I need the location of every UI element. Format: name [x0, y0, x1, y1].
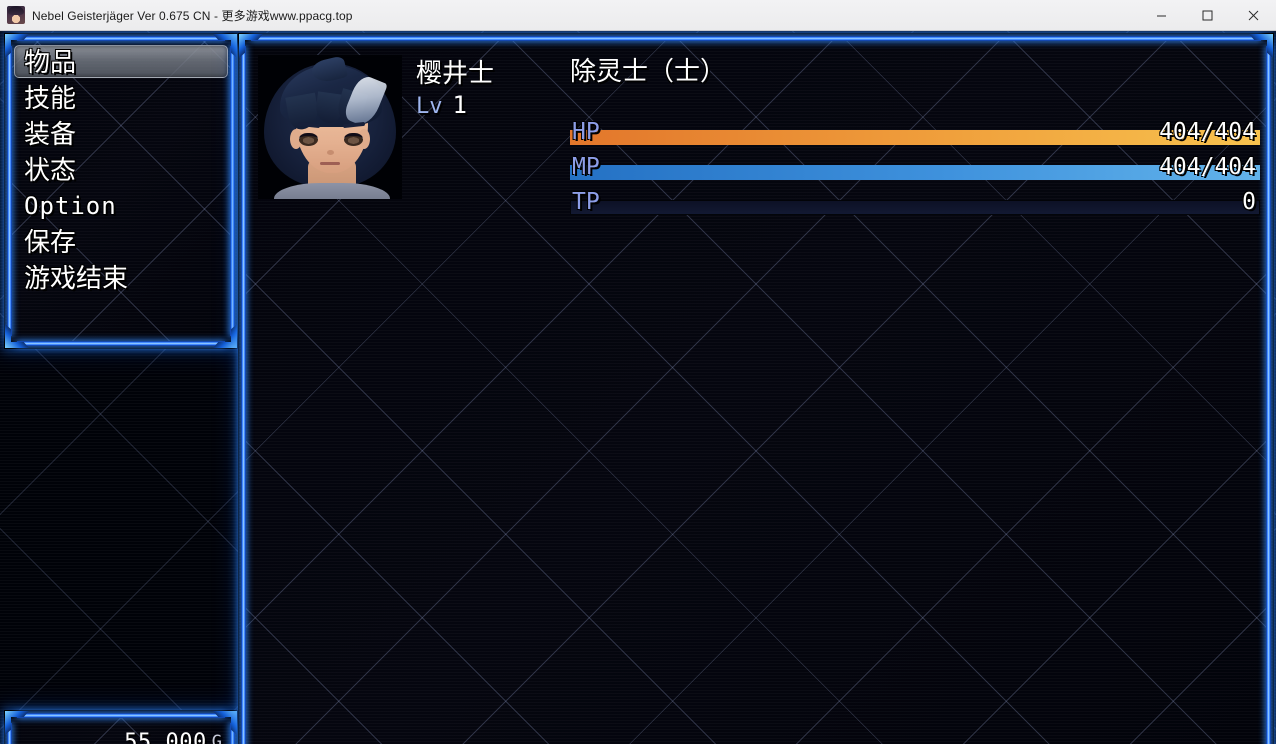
hp-gauge-fill — [570, 130, 1260, 145]
menu-item-label: 状态 — [24, 155, 77, 185]
hp-gauge-row: HP 404/404 — [570, 119, 1260, 149]
main-menu-command-window: 物品 技能 装备 状态 Option 保存 游戏结束 — [4, 33, 238, 349]
level-value: 1 — [452, 91, 467, 119]
app-icon — [7, 6, 25, 24]
minimize-button[interactable] — [1138, 0, 1184, 31]
menu-item-skill[interactable]: 技能 — [14, 80, 228, 116]
menu-item-label: 物品 — [24, 47, 77, 77]
tp-gauge-row: TP 0 — [570, 189, 1260, 219]
hp-label: HP — [572, 119, 600, 145]
menu-item-label: 技能 — [24, 83, 77, 113]
game-viewport: 物品 技能 装备 状态 Option 保存 游戏结束 55,000 G 樱井士 … — [0, 31, 1276, 744]
mp-value: 404/404 — [1159, 154, 1256, 180]
actor-status-block[interactable]: 樱井士 Lv 1 除灵士（士） HP 404/404 MP 404/404 TP… — [238, 33, 1274, 744]
mp-label: MP — [572, 154, 600, 180]
gold-currency-unit: G — [211, 732, 222, 744]
gold-window: 55,000 G — [4, 710, 238, 744]
maximize-icon — [1202, 10, 1212, 20]
menu-item-save[interactable]: 保存 — [14, 224, 228, 260]
menu-status-window: 樱井士 Lv 1 除灵士（士） HP 404/404 MP 404/404 TP… — [238, 33, 1274, 744]
actor-name: 樱井士 — [416, 58, 495, 88]
window-controls — [1138, 0, 1276, 31]
menu-item-item[interactable]: 物品 — [14, 44, 228, 80]
actor-class: 除灵士（士） — [570, 56, 727, 86]
close-button[interactable] — [1230, 0, 1276, 31]
menu-item-equip[interactable]: 装备 — [14, 116, 228, 152]
tp-value: 0 — [1242, 189, 1256, 215]
gold-display: 55,000 G — [18, 722, 222, 744]
menu-item-label: 装备 — [24, 119, 77, 149]
menu-item-label: 游戏结束 — [24, 263, 129, 293]
minimize-icon — [1156, 15, 1166, 16]
tp-gauge-track — [570, 200, 1260, 215]
hp-value: 404/404 — [1159, 119, 1256, 145]
tp-label: TP — [572, 189, 600, 215]
gold-amount: 55,000 — [124, 729, 207, 744]
mp-gauge-fill — [570, 165, 1260, 180]
window-title-bar: Nebel Geisterjäger Ver 0.675 CN - 更多游戏ww… — [0, 0, 1276, 31]
menu-item-status[interactable]: 状态 — [14, 152, 228, 188]
close-icon — [1248, 10, 1258, 20]
actor-face-portrait — [258, 55, 402, 199]
menu-item-option[interactable]: Option — [14, 188, 228, 224]
menu-item-label: 保存 — [24, 227, 77, 257]
level-label: Lv — [416, 94, 443, 119]
window-title-text: Nebel Geisterjäger Ver 0.675 CN - 更多游戏ww… — [32, 8, 353, 23]
menu-command-list: 物品 技能 装备 状态 Option 保存 游戏结束 — [14, 44, 228, 296]
actor-level: Lv 1 — [416, 91, 467, 119]
menu-item-label: Option — [24, 192, 117, 220]
menu-item-game-end[interactable]: 游戏结束 — [14, 260, 228, 296]
maximize-button[interactable] — [1184, 0, 1230, 31]
mp-gauge-row: MP 404/404 — [570, 154, 1260, 184]
